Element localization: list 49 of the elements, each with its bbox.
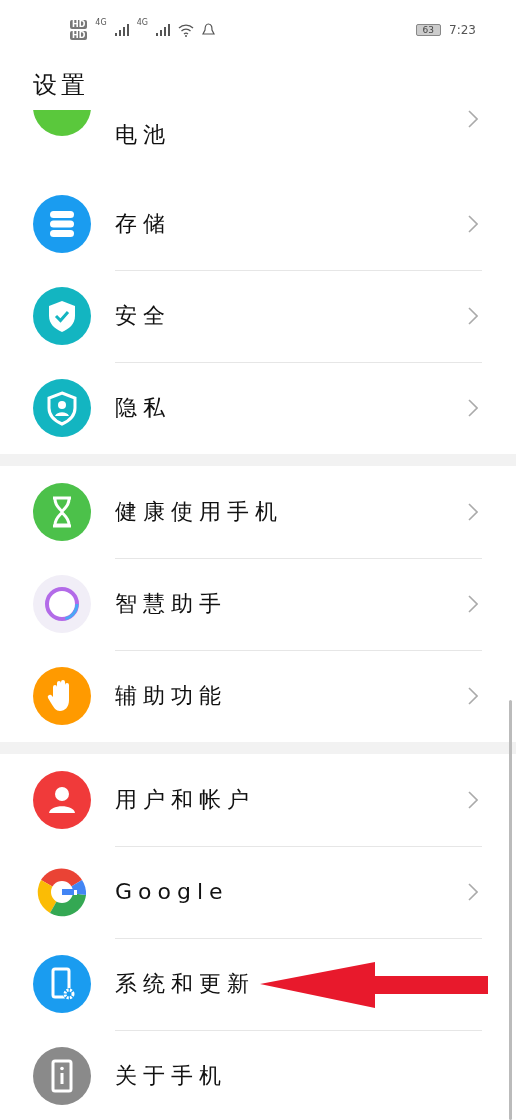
phone-gear-icon: [33, 955, 91, 1013]
hourglass-icon: [33, 483, 91, 541]
shield-check-icon: [33, 287, 91, 345]
battery-indicator: 63: [415, 24, 442, 36]
settings-row[interactable]: 健康使用手机: [0, 466, 516, 558]
chevron-icon: [468, 882, 478, 901]
settings-row[interactable]: 电池: [0, 110, 516, 178]
phone-info-icon: [33, 1047, 91, 1105]
settings-row[interactable]: 用户和帐户: [0, 754, 516, 846]
setting-label: 电池: [115, 121, 171, 149]
setting-label: 隐私: [115, 394, 171, 422]
settings-row[interactable]: 辅助功能: [0, 650, 516, 742]
chevron-icon: [468, 790, 478, 809]
setting-label: 存储: [115, 209, 171, 238]
clock: 7:23: [449, 23, 476, 37]
settings-row[interactable]: 关于手机: [0, 1030, 516, 1120]
chevron-icon: [468, 306, 478, 325]
setting-label: 安全: [115, 301, 171, 330]
chevron-icon: [468, 110, 478, 128]
network-type: 4G: [95, 18, 107, 27]
hd-voice-label: HD: [70, 31, 88, 40]
page-title: 设置: [33, 70, 89, 101]
setting-label: 辅助功能: [115, 682, 227, 710]
chevron-icon: [468, 687, 478, 705]
setting-label: 系统和更新: [115, 969, 255, 998]
storage-icon: [33, 195, 91, 253]
signal-icon: [155, 24, 170, 36]
person-icon: [33, 771, 91, 829]
settings-row[interactable]: 智慧助手: [0, 558, 516, 650]
setting-label: 健康使用手机: [115, 497, 283, 526]
setting-label: 智慧助手: [115, 589, 227, 618]
settings-row[interactable]: Google: [0, 846, 516, 938]
chevron-icon: [468, 502, 478, 521]
settings-row[interactable]: 存储: [0, 178, 516, 270]
ring-icon: [33, 575, 91, 633]
chevron-icon: [468, 399, 478, 417]
wifi-icon: [177, 23, 194, 37]
settings-row[interactable]: 安全: [0, 270, 516, 362]
signal-icon: [114, 24, 129, 36]
shield-person-icon: [33, 379, 91, 437]
hd-voice-label: HD: [70, 20, 88, 29]
setting-label: 用户和帐户: [115, 785, 255, 814]
hand-icon: [33, 667, 91, 725]
network-type: 4G: [136, 18, 148, 27]
setting-label: 关于手机: [115, 1062, 227, 1090]
setting-label: Google: [115, 879, 229, 904]
chevron-icon: [468, 594, 478, 613]
chevron-icon: [468, 214, 478, 233]
settings-row[interactable]: 隐私: [0, 362, 516, 454]
